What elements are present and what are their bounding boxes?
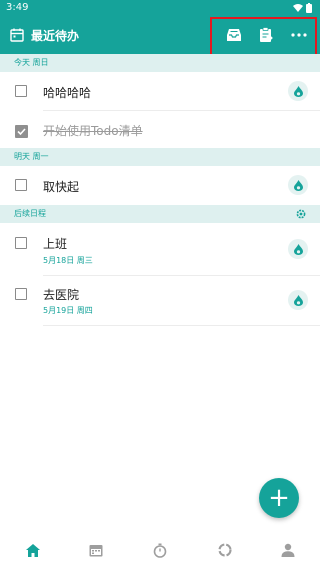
calendar-icon — [89, 545, 103, 557]
nav-home[interactable] — [23, 540, 43, 560]
battery-icon — [306, 3, 312, 13]
task-checkbox[interactable] — [15, 179, 27, 191]
section-label: 今天 周日 — [14, 58, 49, 67]
section-tomorrow: 明天 周一 — [0, 148, 320, 166]
status-bar: 3:49 — [0, 0, 320, 16]
task-row[interactable]: 开始使用Todo清单 — [0, 111, 320, 148]
section-today: 今天 周日 — [0, 54, 320, 72]
page-title: 最近待办 — [31, 29, 80, 43]
add-task-button[interactable]: + — [259, 478, 299, 518]
flame-icon — [293, 85, 303, 97]
checkmark-icon — [15, 125, 28, 138]
section-label: 明天 周一 — [14, 152, 49, 161]
task-row[interactable]: 上班 5月18日 周三 — [0, 223, 320, 275]
section-label: 后续日程 — [14, 209, 46, 218]
task-title: 开始使用Todo清单 — [43, 124, 143, 138]
task-date: 5月18日 周三 — [43, 256, 93, 265]
nav-profile[interactable] — [278, 540, 298, 560]
timer-icon — [153, 543, 167, 558]
profile-icon — [281, 543, 295, 557]
stats-icon — [218, 543, 232, 557]
gear-icon[interactable] — [296, 209, 306, 219]
priority-button[interactable] — [288, 81, 308, 101]
task-checkbox[interactable] — [15, 288, 27, 300]
task-title: 上班 — [43, 237, 68, 251]
wifi-icon — [293, 4, 303, 12]
task-date: 5月19日 周四 — [43, 306, 93, 315]
divider — [43, 325, 320, 326]
flame-icon — [293, 294, 303, 306]
task-title: 去医院 — [43, 288, 80, 302]
task-checkbox[interactable] — [15, 237, 27, 249]
home-icon — [26, 543, 40, 557]
task-checkbox[interactable] — [15, 85, 27, 97]
task-row[interactable]: 哈哈哈哈 — [0, 72, 320, 110]
section-later: 后续日程 — [0, 205, 320, 223]
status-icons — [293, 3, 312, 13]
nav-stats[interactable] — [215, 540, 235, 560]
task-title: 哈哈哈哈 — [43, 86, 92, 100]
flame-icon — [293, 179, 303, 191]
calendar-icon — [10, 28, 24, 42]
bottom-nav — [0, 532, 320, 569]
priority-button[interactable] — [288, 290, 308, 310]
status-time: 3:49 — [6, 2, 29, 13]
priority-button[interactable] — [288, 175, 308, 195]
priority-button[interactable] — [288, 239, 308, 259]
task-checkbox-checked[interactable] — [15, 123, 28, 138]
task-title: 取快起 — [43, 180, 80, 194]
nav-timer[interactable] — [150, 540, 170, 560]
task-row[interactable]: 取快起 — [0, 166, 320, 204]
flame-icon — [293, 243, 303, 255]
nav-calendar[interactable] — [86, 540, 106, 560]
task-row[interactable]: 去医院 5月19日 周四 — [0, 276, 320, 326]
